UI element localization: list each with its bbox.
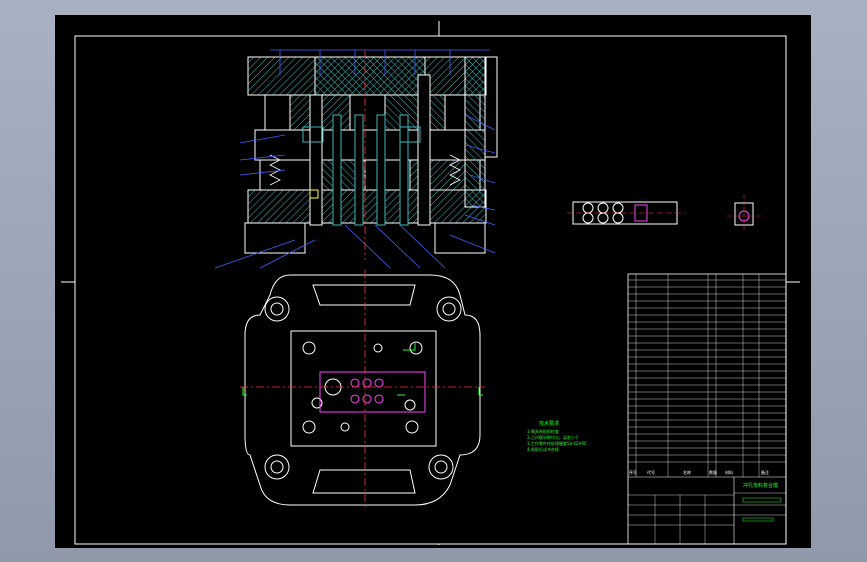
header-code: 代号 — [647, 469, 655, 475]
header-qty: 数量 — [709, 469, 717, 475]
header-remark: 备注 — [761, 469, 769, 475]
section-view — [214, 49, 498, 269]
tech-requirement-item: 1.模具装配前检查 — [527, 428, 559, 434]
tech-requirements-heading: 技术要求 — [539, 420, 559, 427]
header-material: 材料 — [725, 469, 733, 475]
cad-drawing: 技术要求 1.模具装配前检查 2.凸凹模间隙均匀，误差小于 3.工作零件热处理硬… — [61, 21, 800, 545]
header-index: 序号 — [629, 469, 637, 475]
strip-layout — [567, 201, 685, 225]
tech-requirements: 技术要求 1.模具装配前检查 2.凸凹模间隙均匀，误差小于 3.工作零件热处理硬… — [527, 420, 587, 452]
parts-list: 序号 代号 名称 数量 材料 备注 冲孔落料复合模 — [627, 273, 787, 545]
plan-view — [240, 270, 485, 510]
tech-requirement-item: 4.装配后试冲合格 — [527, 446, 559, 452]
part-detail — [727, 195, 761, 230]
header-name: 名称 — [683, 469, 691, 475]
tech-requirement-item: 2.凸凹模间隙均匀，误差小于 — [527, 434, 579, 440]
drawing-canvas: 技术要求 1.模具装配前检查 2.凸凹模间隙均匀，误差小于 3.工作零件热处理硬… — [55, 15, 811, 548]
tech-requirement-item: 3.工作零件热处理硬度58-62HRC — [527, 440, 587, 446]
drawing-title: 冲孔落料复合模 — [743, 482, 778, 489]
